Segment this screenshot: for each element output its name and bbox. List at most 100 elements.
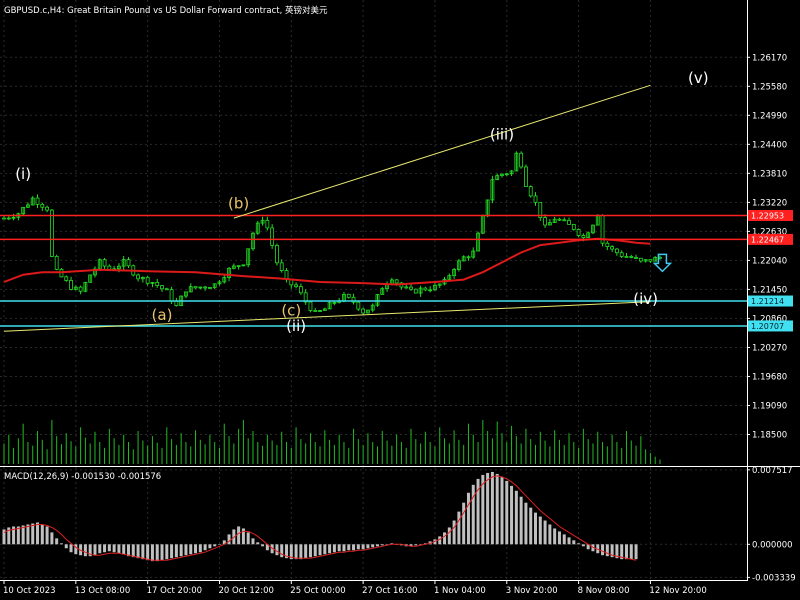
macd-hist-bar [213,544,217,547]
macd-hist-bar [519,496,523,545]
price-tick-label: 1.26170 [752,53,787,63]
macd-hist-bar [342,544,346,552]
candle-body [615,248,619,254]
candle-body [356,301,361,310]
wave-label: (v) [688,69,709,87]
candle-body [102,259,107,267]
macd-hist-bar [548,524,552,545]
macd-hist-bar [184,544,188,556]
macd-hist-bar [299,544,303,560]
macd-label: MACD(12,26,9) -0.001530 -0.001576 [4,472,161,482]
macd-hist-bar [308,544,312,558]
candle-body [519,152,524,168]
price-tick-label: 1.23810 [752,169,787,179]
macd-hist-bar [332,544,336,553]
level-tag-label: 1.22953 [751,211,784,220]
macd-hist-bar [337,544,341,552]
macd-hist-bar [64,544,68,549]
macd-hist-bar [194,544,198,554]
macd-tick-label: 0.000000 [752,540,793,550]
macd-hist-bar [103,544,107,553]
time-tick-label: 10 Oct 2023 [3,586,56,596]
candle-body [634,257,638,259]
candle-body [543,217,547,226]
macd-hist-bar [280,544,284,558]
macd-hist-bar [36,522,40,545]
macd-hist-bar [414,544,418,546]
macd-tick-label: 0.007517 [752,466,793,476]
price-tick-label: 1.23220 [752,198,787,208]
macd-hist-bar [567,537,571,545]
candle-body [145,276,150,284]
macd-hist-bar [356,544,360,550]
macd-hist-bar [323,544,327,555]
macd-hist-bar [126,544,130,557]
macd-hist-bar [165,544,169,560]
time-tick-label: 27 Oct 16:00 [362,586,417,596]
macd-hist-bar [629,544,633,560]
candle-body [69,280,73,290]
price-tick-label: 1.18500 [752,430,787,440]
candle-body [524,166,528,188]
macd-hist-bar [543,520,547,545]
candle-body [298,286,303,294]
candle-body [361,308,366,314]
price-tick-label: 1.22040 [752,256,787,266]
macd-hist-bar [217,544,221,545]
candle-body [40,203,45,208]
candle-body [294,284,298,288]
macd-hist-bar [160,544,164,561]
price-tick-label: 1.20270 [752,343,787,353]
macd-hist-bar [55,538,59,545]
macd-hist-bar [524,502,528,545]
candle-body [648,259,653,262]
macd-hist-bar [256,542,260,545]
candle-body [404,286,409,289]
macd-hist-bar [122,544,126,555]
macd-hist-bar [486,472,490,545]
macd-hist-bar [366,544,370,549]
macd-hist-bar [443,532,447,545]
macd-hist-bar [466,492,470,545]
candle-body [528,186,533,197]
candle-body [270,227,275,246]
macd-hist-bar [375,544,379,547]
candle-body [126,259,131,267]
level-tag-label: 1.22467 [751,235,784,244]
time-tick-label: 20 Oct 12:00 [218,586,273,596]
macd-hist-bar [538,516,542,545]
time-tick-label: 1 Nov 04:00 [434,586,486,596]
candle-body [466,256,471,259]
macd-hist-bar [352,544,356,551]
candle-body [64,276,69,281]
macd-hist-bar [251,538,255,545]
macd-hist-bar [155,544,159,562]
macd-hist-bar [577,543,581,545]
wave-label: (iv) [633,290,658,308]
candle-body [193,286,198,289]
candle-body [581,235,586,238]
chart-title: GBPUSD.c,H4: Great Britain Pound vs US D… [4,5,328,16]
macd-hist-bar [275,544,279,556]
macd-hist-bar [452,520,456,545]
macd-hist-bar [447,527,451,545]
candle-body [45,206,49,211]
macd-hist-bar [174,544,178,558]
level-tag-label: 1.21214 [751,297,784,306]
macd-hist-bar [490,471,494,545]
trading-chart[interactable]: (i)(a)(b)(c)(ii)(iii)(iv)(v) GBPUSD.c,H4… [0,0,800,600]
macd-hist-bar [107,544,111,552]
macd-hist-bar [313,544,317,557]
candle-body [155,281,160,286]
macd-hist-bar [534,512,538,545]
macd-hist-bar [227,534,231,545]
macd-hist-bar [380,544,384,546]
candle-body [265,219,270,229]
price-tick-label: 1.21450 [752,285,787,295]
macd-hist-bar [553,528,557,545]
macd-hist-bar [304,544,308,559]
wave-label: (iii) [490,125,514,143]
macd-hist-bar [471,484,475,545]
macd-tick-label: -0.003339 [752,573,796,583]
candle-body [174,300,179,307]
